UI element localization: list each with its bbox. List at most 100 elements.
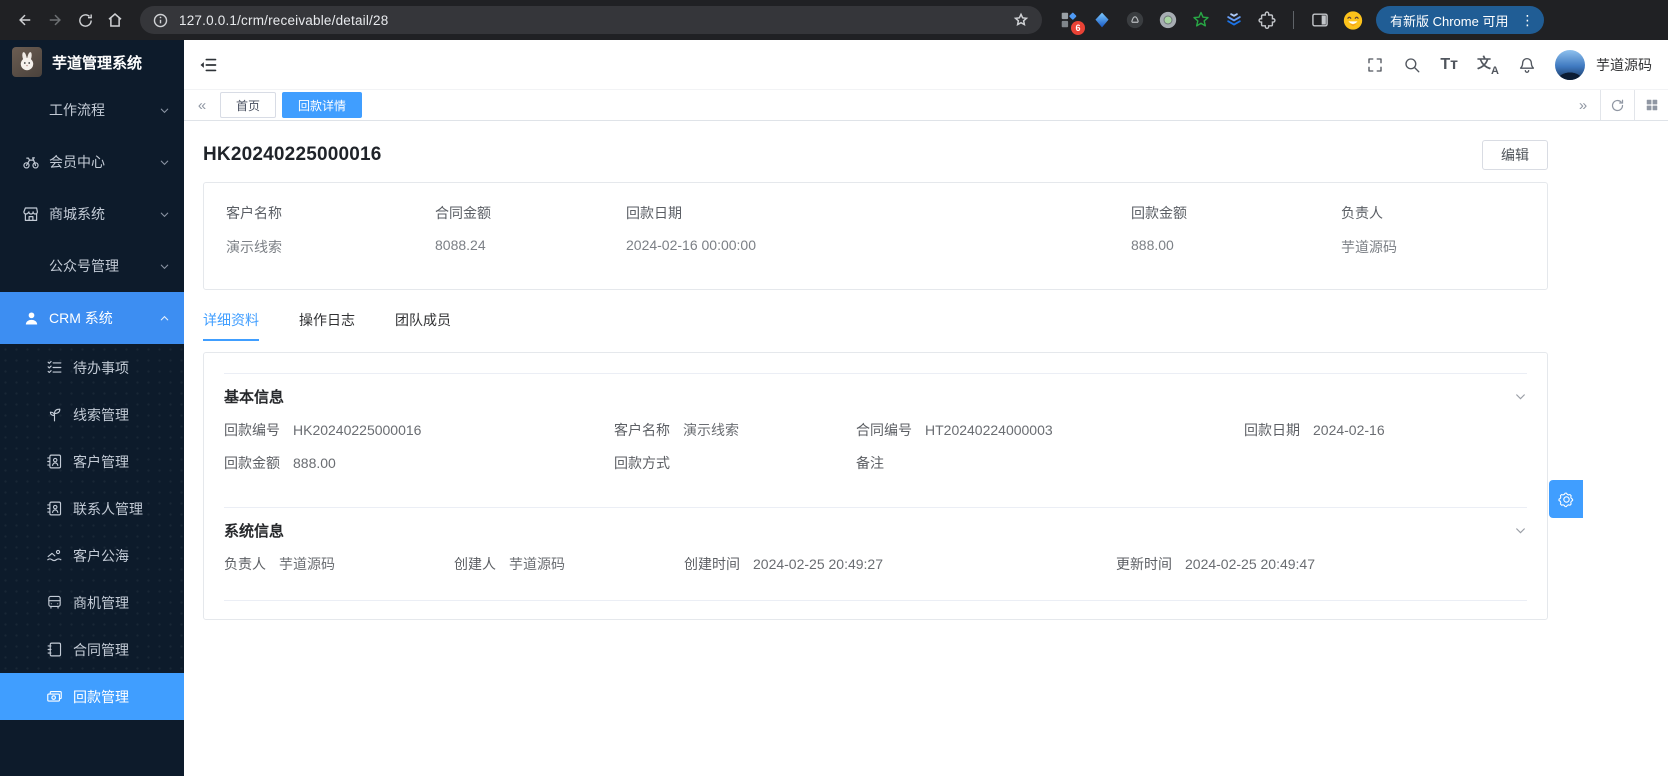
summary-field: 合同金额 8088.24: [435, 203, 626, 257]
extension-kite-icon[interactable]: [1091, 9, 1113, 31]
route-tab-receivable-detail[interactable]: 回款详情: [282, 92, 362, 118]
collapse-chevron-icon: [1514, 390, 1527, 403]
tab-detail-info[interactable]: 详细资料: [203, 310, 259, 341]
user-avatar[interactable]: [1555, 50, 1585, 80]
chevron-down-icon: [159, 157, 170, 168]
extension-green-star-icon[interactable]: [1190, 9, 1212, 31]
tab-operation-log[interactable]: 操作日志: [299, 310, 355, 341]
bicycle-icon: [22, 153, 40, 171]
username[interactable]: 芋道源码: [1596, 55, 1652, 75]
contract-notebook-icon: [45, 641, 63, 659]
workflow-icon: [22, 101, 40, 119]
field-update-time: 更新时间 2024-02-25 20:49:47: [1116, 554, 1527, 574]
gear-icon: [1558, 491, 1575, 508]
address-bar[interactable]: 127.0.0.1/crm/receivable/detail/28: [140, 6, 1042, 34]
browser-back-button[interactable]: [10, 5, 40, 35]
route-tab-home[interactable]: 首页: [220, 92, 276, 118]
tab-team-members[interactable]: 团队成员: [395, 310, 451, 341]
field-customer-name: 客户名称 演示线索: [614, 420, 856, 440]
customer-book-icon: [45, 453, 63, 471]
summary-field: 回款日期 2024-02-16 00:00:00: [626, 203, 1131, 257]
site-info-icon[interactable]: [152, 12, 169, 29]
page-title: HK20240225000016: [203, 144, 382, 166]
sidebar-item-crm-system[interactable]: CRM 系统: [0, 292, 184, 344]
tabs-scroll-left-icon[interactable]: «: [184, 97, 220, 114]
tabs-scroll-right-icon[interactable]: »: [1566, 90, 1600, 120]
field-owner: 负责人 芋道源码: [224, 554, 454, 574]
sidebar-item-mall-system[interactable]: 商城系统: [0, 188, 184, 240]
toolbar-separator: [1293, 11, 1294, 29]
seedling-icon: [45, 406, 63, 424]
sidebar-item-customer[interactable]: 客户管理: [0, 438, 184, 485]
extension-gray-green-circle-icon[interactable]: [1157, 9, 1179, 31]
sidebar-item-contract[interactable]: 合同管理: [0, 626, 184, 673]
chevron-down-icon: [159, 261, 170, 272]
extensions-row: 6: [1058, 9, 1364, 31]
chrome-update-chip[interactable]: 有新版 Chrome 可用 ⋮: [1376, 6, 1544, 34]
system-info-section: 系统信息 负责人 芋道源码 创建人 芋道源码 创建时间 2024-02-25 2…: [224, 507, 1527, 600]
sidebar-item-todo[interactable]: 待办事项: [0, 344, 184, 391]
url-text[interactable]: 127.0.0.1/crm/receivable/detail/28: [179, 13, 1012, 28]
summary-card: 客户名称 演示线索 合同金额 8088.24 回款日期 2024-02-16 0…: [203, 182, 1548, 290]
sidebar-fold-button[interactable]: [198, 55, 218, 75]
sidebar-item-receivable[interactable]: 回款管理: [0, 673, 184, 720]
field-return-date: 回款日期 2024-02-16: [1244, 420, 1527, 440]
sidebar-item-business[interactable]: 商机管理: [0, 579, 184, 626]
field-creator: 创建人 芋道源码: [454, 554, 684, 574]
sidebar-item-clue[interactable]: 线索管理: [0, 391, 184, 438]
field-receivable-no: 回款编号 HK20240225000016: [224, 420, 614, 440]
font-size-icon[interactable]: Tт: [1440, 56, 1458, 74]
sidebar: 芋道管理系统 工作流程 会员中心 商城系统 公众号管理: [0, 40, 184, 776]
edit-button[interactable]: 编辑: [1482, 140, 1548, 170]
theme-settings-button[interactable]: [1549, 480, 1583, 518]
bus-icon: [45, 594, 63, 612]
tab-refresh-icon[interactable]: [1600, 90, 1634, 120]
money-icon: [45, 688, 63, 706]
shop-icon: [22, 205, 40, 223]
system-info-header[interactable]: 系统信息: [224, 508, 1527, 552]
sidebar-item-contact[interactable]: 联系人管理: [0, 485, 184, 532]
basic-info-header[interactable]: 基本信息: [224, 374, 1527, 418]
sidebar-item-member-center[interactable]: 会员中心: [0, 136, 184, 188]
extensions-puzzle-icon[interactable]: [1256, 9, 1278, 31]
app-logo[interactable]: 芋道管理系统: [0, 40, 184, 84]
extension-grid-icon[interactable]: 6: [1058, 9, 1080, 31]
swimmer-icon: [45, 547, 63, 565]
logo-avatar: [12, 47, 42, 77]
field-create-time: 创建时间 2024-02-25 20:49:27: [684, 554, 1116, 574]
browser-toolbar: 127.0.0.1/crm/receivable/detail/28 6: [0, 0, 1668, 40]
official-account-icon: [22, 257, 40, 275]
field-return-method: 回款方式: [614, 453, 856, 473]
todo-list-icon: [45, 359, 63, 377]
contact-book-icon: [45, 500, 63, 518]
browser-forward-button[interactable]: [40, 5, 70, 35]
user-icon: [22, 309, 40, 327]
browser-home-button[interactable]: [100, 5, 130, 35]
summary-field: 回款金额 888.00: [1131, 203, 1341, 257]
fullscreen-icon[interactable]: [1366, 56, 1384, 74]
main-content: HK20240225000016 编辑 客户名称 演示线索 合同金额 8088.…: [184, 122, 1668, 776]
extension-blue-chevrons-icon[interactable]: [1223, 9, 1245, 31]
field-remark: 备注: [856, 453, 1244, 473]
chevron-down-icon: [159, 105, 170, 116]
sidebar-item-workflow[interactable]: 工作流程: [0, 84, 184, 136]
translate-icon[interactable]: 文 A: [1477, 55, 1499, 75]
app-header: Tт 文 A 芋道源码: [184, 40, 1668, 89]
profile-emoji-icon[interactable]: [1342, 9, 1364, 31]
browser-menu-icon[interactable]: ⋮: [1516, 13, 1538, 27]
notification-bell-icon[interactable]: [1518, 56, 1536, 74]
collapse-chevron-icon: [1514, 524, 1527, 537]
extension-dark-circle-icon[interactable]: [1124, 9, 1146, 31]
sidebar-item-public-pool[interactable]: 客户公海: [0, 532, 184, 579]
browser-reload-button[interactable]: [70, 5, 100, 35]
side-panel-icon[interactable]: [1309, 9, 1331, 31]
tab-layout-grid-icon[interactable]: [1634, 90, 1668, 120]
basic-info-section: 基本信息 回款编号 HK20240225000016 客户名称 演示线索 合同编…: [224, 374, 1527, 507]
app-title: 芋道管理系统: [52, 52, 142, 73]
chrome-update-label: 有新版 Chrome 可用: [1390, 11, 1508, 30]
sidebar-item-official-account[interactable]: 公众号管理: [0, 240, 184, 292]
search-icon[interactable]: [1403, 56, 1421, 74]
chevron-down-icon: [159, 209, 170, 220]
bookmark-star-icon[interactable]: [1012, 11, 1030, 29]
detail-card: 基本信息 回款编号 HK20240225000016 客户名称 演示线索 合同编…: [203, 352, 1548, 620]
